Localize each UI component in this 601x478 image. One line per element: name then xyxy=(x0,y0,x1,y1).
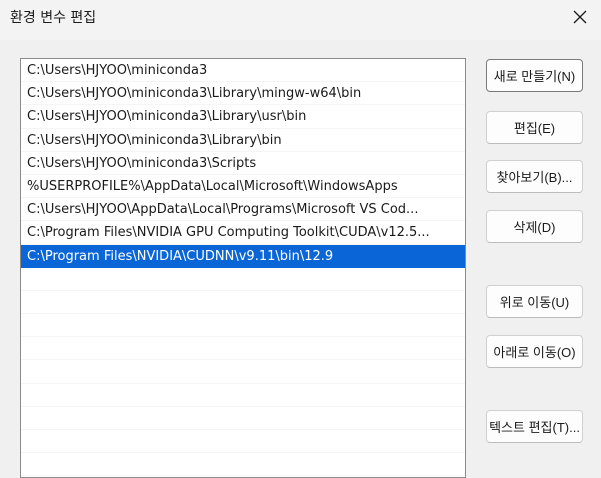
empty-list-row xyxy=(21,407,465,430)
empty-list-row xyxy=(21,430,465,454)
new-button[interactable]: 새로 만들기(N) xyxy=(486,59,583,92)
empty-list-row xyxy=(21,314,465,338)
close-button[interactable] xyxy=(564,4,596,30)
empty-list-row xyxy=(21,384,465,407)
browse-button[interactable]: 찾아보기(B)... xyxy=(486,160,583,193)
edit-text-button[interactable]: 텍스트 편집(T)... xyxy=(486,410,583,443)
list-item[interactable]: C:\Program Files\NVIDIA\CUDNN\v9.11\bin\… xyxy=(21,244,465,268)
path-list[interactable]: C:\Users\HJYOO\miniconda3 C:\Users\HJYOO\… xyxy=(20,58,466,478)
list-item[interactable]: C:\Users\HJYOO\miniconda3 xyxy=(21,59,465,83)
empty-list-row xyxy=(21,337,465,361)
delete-button[interactable]: 삭제(D) xyxy=(486,210,583,243)
list-item[interactable]: C:\Users\HJYOO\AppData\Local\Programs\Mi… xyxy=(21,198,465,222)
window-title: 환경 변수 편집 xyxy=(10,10,97,26)
move-down-button[interactable]: 아래로 이동(O) xyxy=(486,335,583,368)
empty-list-row xyxy=(21,360,465,384)
empty-list-row xyxy=(21,291,465,315)
list-item[interactable]: C:\Users\HJYOO\miniconda3\Library\mingw-… xyxy=(21,82,465,106)
list-item[interactable]: C:\Program Files\NVIDIA GPU Computing To… xyxy=(21,221,465,245)
empty-list-row xyxy=(21,268,465,291)
empty-list-row xyxy=(21,453,465,477)
list-item[interactable]: C:\Users\HJYOO\miniconda3\Library\bin xyxy=(21,129,465,152)
move-up-button[interactable]: 위로 이동(U) xyxy=(486,285,583,318)
list-item[interactable]: %USERPROFILE%\AppData\Local\Microsoft\Wi… xyxy=(21,175,465,199)
close-icon xyxy=(573,10,587,24)
edit-button[interactable]: 편집(E) xyxy=(486,111,583,144)
list-item[interactable]: C:\Users\HJYOO\miniconda3\Scripts xyxy=(21,152,465,175)
list-item[interactable]: C:\Users\HJYOO\miniconda3\Library\usr\bi… xyxy=(21,105,465,129)
title-bar: 환경 변수 편집 xyxy=(0,0,601,40)
